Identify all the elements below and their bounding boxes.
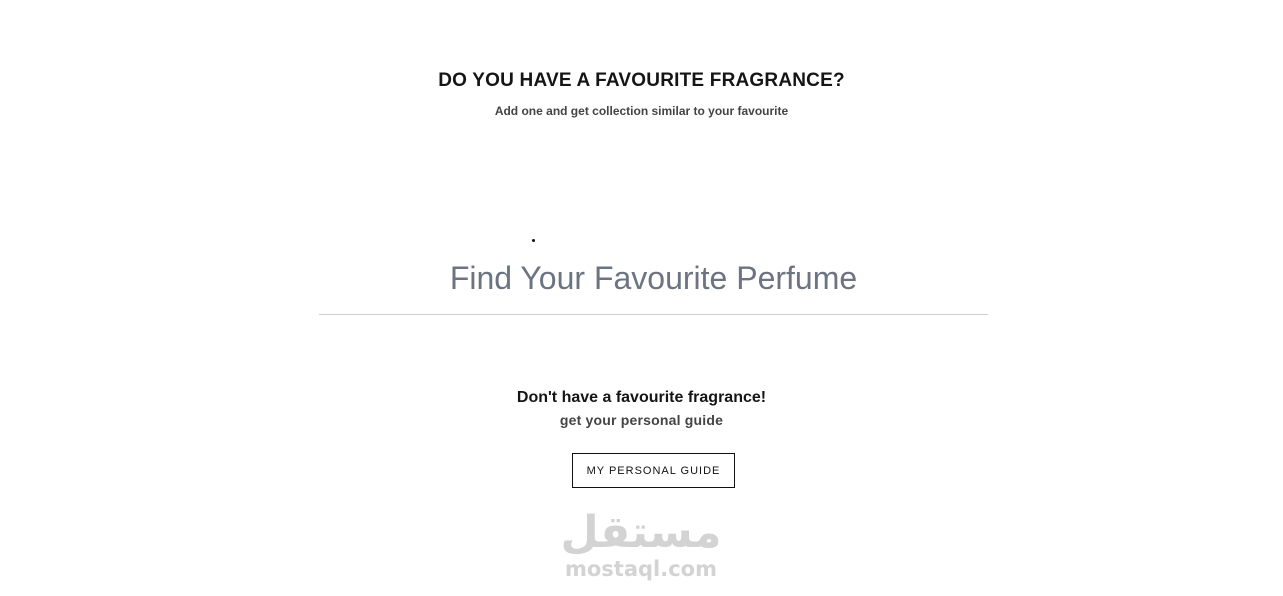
perfume-search-field[interactable] [319,252,988,315]
personal-guide-section: Don't have a favourite fragrance! get yo… [0,389,1283,428]
watermark-latin-text: mostaql.com [565,557,717,581]
my-personal-guide-button[interactable]: MY PERSONAL GUIDE [572,453,735,488]
cursor-dot [532,239,535,242]
favourite-fragrance-header: DO YOU HAVE A FAVOURITE FRAGRANCE? Add o… [0,70,1283,118]
page-subtitle: Add one and get collection similar to yo… [494,104,789,118]
perfume-search-input[interactable] [319,252,988,304]
guide-title: Don't have a favourite fragrance! [516,389,767,406]
mostaql-watermark: مستقل mostaql.com [541,506,741,580]
watermark-arabic-text: مستقل [560,507,722,558]
guide-subtitle: get your personal guide [559,412,724,428]
page-title: DO YOU HAVE A FAVOURITE FRAGRANCE? [438,70,845,91]
